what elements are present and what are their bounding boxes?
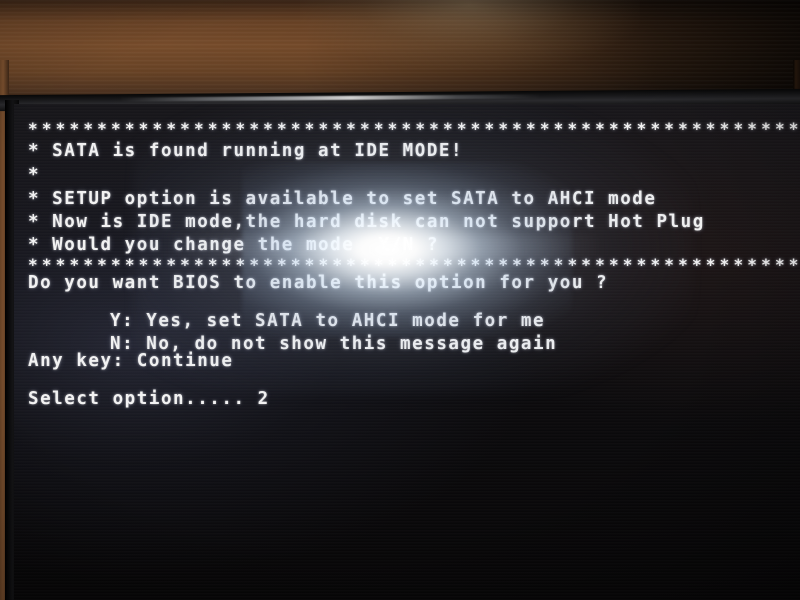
bios-option-any-key[interactable]: Any key: Continue [28, 350, 233, 373]
monitor-screen: ****************************************… [14, 104, 800, 600]
bios-line-blank-star: * [28, 165, 41, 185]
bios-rule-top: ****************************************… [28, 119, 800, 138]
bios-question: Do you want BIOS to enable this option f… [28, 273, 609, 293]
bios-option-yes[interactable]: Y: Yes, set SATA to AHCI mode for me [110, 310, 545, 333]
bios-line-hot-plug: * Now is IDE mode,the hard disk can not … [28, 212, 705, 232]
photo-of-monitor: ****************************************… [0, 0, 800, 600]
bios-line-setup-option: * SETUP option is available to set SATA … [28, 189, 657, 209]
bios-select-option-prompt[interactable]: Select option..... 2 [28, 388, 270, 411]
bios-text-console: ****************************************… [14, 104, 800, 600]
bios-line-sata-mode: * SATA is found running at IDE MODE! [28, 141, 464, 161]
wall-light-reflection [300, 0, 640, 70]
